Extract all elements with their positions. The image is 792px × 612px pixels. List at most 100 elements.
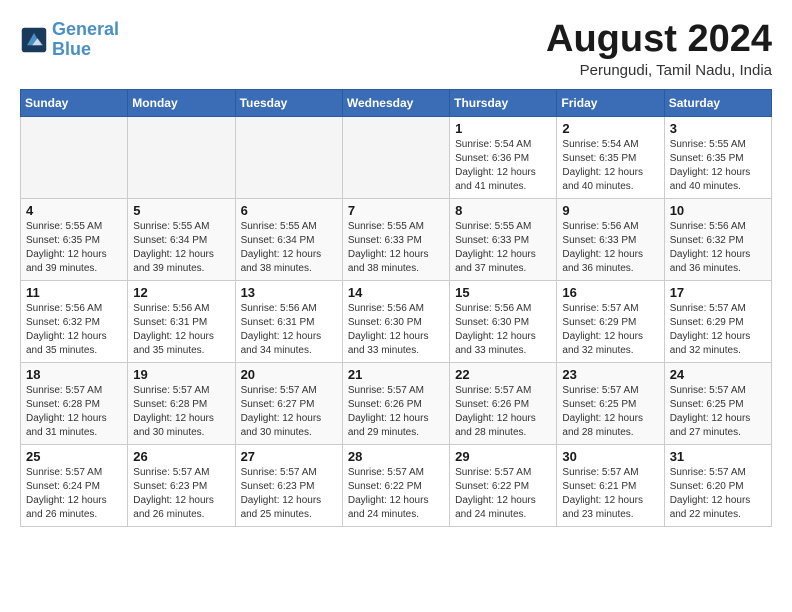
day-number: 29	[455, 449, 551, 464]
day-number: 18	[26, 367, 122, 382]
calendar-day: 9Sunrise: 5:56 AMSunset: 6:33 PMDaylight…	[557, 199, 664, 281]
day-number: 30	[562, 449, 658, 464]
calendar-day: 6Sunrise: 5:55 AMSunset: 6:34 PMDaylight…	[235, 199, 342, 281]
day-info: Sunrise: 5:57 AMSunset: 6:23 PMDaylight:…	[241, 466, 337, 522]
title-block: August 2024 Perungudi, Tamil Nadu, India	[546, 20, 772, 79]
day-number: 27	[241, 449, 337, 464]
day-info: Sunrise: 5:57 AMSunset: 6:28 PMDaylight:…	[133, 384, 229, 440]
weekday-header: Wednesday	[342, 90, 449, 117]
calendar-day	[21, 117, 128, 199]
calendar-day: 13 Sunrise: 5:56 AMSunset: 6:31 PMDayligh…	[235, 281, 342, 363]
day-info: Sunrise: 5:55 AMSunset: 6:34 PMDaylight:…	[133, 220, 229, 276]
weekday-header-row: SundayMondayTuesdayWednesdayThursdayFrid…	[21, 90, 772, 117]
day-info: Sunrise: 5:57 AMSunset: 6:29 PMDaylight:…	[670, 302, 766, 358]
calendar-day: 7 Sunrise: 5:55 AMSunset: 6:33 PMDaylight…	[342, 199, 449, 281]
day-number: 24	[670, 367, 766, 382]
day-number: 22	[455, 367, 551, 382]
weekday-header: Sunday	[21, 90, 128, 117]
day-info: Sunrise: 5:54 AMSunset: 6:36 PMDaylight:…	[455, 138, 551, 194]
calendar-week-row: 25Sunrise: 5:57 AMSunset: 6:24 PMDayligh…	[21, 445, 772, 527]
day-info: Sunrise: 5:57 AMSunset: 6:22 PMDaylight:…	[455, 466, 551, 522]
calendar-day: 21 Sunrise: 5:57 AMSunset: 6:26 PMDayligh…	[342, 363, 449, 445]
calendar-day: 19Sunrise: 5:57 AMSunset: 6:28 PMDayligh…	[128, 363, 235, 445]
calendar-table: SundayMondayTuesdayWednesdayThursdayFrid…	[20, 89, 772, 527]
day-info: Sunrise: 5:55 AMSunset: 6:35 PMDaylight:…	[670, 138, 766, 194]
day-info: Sunrise: 5:56 AMSunset: 6:31 PMDaylight:…	[241, 302, 337, 358]
calendar-day: 31 Sunrise: 5:57 AMSunset: 6:20 PMDayligh…	[664, 445, 771, 527]
calendar-day: 27 Sunrise: 5:57 AMSunset: 6:23 PMDayligh…	[235, 445, 342, 527]
day-number: 20	[241, 367, 337, 382]
weekday-header: Thursday	[450, 90, 557, 117]
page-header: General Blue August 2024 Perungudi, Tami…	[20, 20, 772, 79]
day-info: Sunrise: 5:57 AMSunset: 6:27 PMDaylight:…	[241, 384, 337, 440]
calendar-day: 23 Sunrise: 5:57 AMSunset: 6:25 PMDayligh…	[557, 363, 664, 445]
calendar-day: 28Sunrise: 5:57 AMSunset: 6:22 PMDayligh…	[342, 445, 449, 527]
calendar-body: 1Sunrise: 5:54 AMSunset: 6:36 PMDaylight…	[21, 117, 772, 527]
day-info: Sunrise: 5:55 AMSunset: 6:35 PMDaylight:…	[26, 220, 122, 276]
day-number: 31	[670, 449, 766, 464]
day-number: 10	[670, 203, 766, 218]
day-number: 23	[562, 367, 658, 382]
day-info: Sunrise: 5:56 AMSunset: 6:30 PMDaylight:…	[455, 302, 551, 358]
calendar-day: 15Sunrise: 5:56 AMSunset: 6:30 PMDayligh…	[450, 281, 557, 363]
calendar-day: 3 Sunrise: 5:55 AMSunset: 6:35 PMDaylight…	[664, 117, 771, 199]
calendar-day: 22Sunrise: 5:57 AMSunset: 6:26 PMDayligh…	[450, 363, 557, 445]
calendar-day: 2 Sunrise: 5:54 AMSunset: 6:35 PMDaylight…	[557, 117, 664, 199]
calendar-week-row: 1Sunrise: 5:54 AMSunset: 6:36 PMDaylight…	[21, 117, 772, 199]
day-info: Sunrise: 5:57 AMSunset: 6:22 PMDaylight:…	[348, 466, 444, 522]
day-number: 17	[670, 285, 766, 300]
month-title: August 2024	[546, 20, 772, 58]
weekday-header: Monday	[128, 90, 235, 117]
calendar-day: 10Sunrise: 5:56 AMSunset: 6:32 PMDayligh…	[664, 199, 771, 281]
calendar-day: 20 Sunrise: 5:57 AMSunset: 6:27 PMDayligh…	[235, 363, 342, 445]
calendar-day: 16 Sunrise: 5:57 AMSunset: 6:29 PMDayligh…	[557, 281, 664, 363]
logo-line1: General	[52, 19, 119, 39]
calendar-week-row: 11Sunrise: 5:56 AMSunset: 6:32 PMDayligh…	[21, 281, 772, 363]
calendar-week-row: 4Sunrise: 5:55 AMSunset: 6:35 PMDaylight…	[21, 199, 772, 281]
calendar-day: 24 Sunrise: 5:57 AMSunset: 6:25 PMDayligh…	[664, 363, 771, 445]
calendar-day: 18 Sunrise: 5:57 AMSunset: 6:28 PMDayligh…	[21, 363, 128, 445]
day-info: Sunrise: 5:56 AMSunset: 6:30 PMDaylight:…	[348, 302, 444, 358]
weekday-header: Tuesday	[235, 90, 342, 117]
calendar-day: 5Sunrise: 5:55 AMSunset: 6:34 PMDaylight…	[128, 199, 235, 281]
calendar-day: 4Sunrise: 5:55 AMSunset: 6:35 PMDaylight…	[21, 199, 128, 281]
day-info: Sunrise: 5:57 AMSunset: 6:25 PMDaylight:…	[670, 384, 766, 440]
day-number: 14	[348, 285, 444, 300]
calendar-day: 11Sunrise: 5:56 AMSunset: 6:32 PMDayligh…	[21, 281, 128, 363]
calendar-day: 26 Sunrise: 5:57 AMSunset: 6:23 PMDayligh…	[128, 445, 235, 527]
logo-line2: Blue	[52, 39, 91, 59]
calendar-day: 14 Sunrise: 5:56 AMSunset: 6:30 PMDayligh…	[342, 281, 449, 363]
calendar-day	[342, 117, 449, 199]
day-number: 26	[133, 449, 229, 464]
weekday-header: Saturday	[664, 90, 771, 117]
day-info: Sunrise: 5:55 AMSunset: 6:33 PMDaylight:…	[348, 220, 444, 276]
calendar-day: 30Sunrise: 5:57 AMSunset: 6:21 PMDayligh…	[557, 445, 664, 527]
day-number: 13	[241, 285, 337, 300]
calendar-week-row: 18 Sunrise: 5:57 AMSunset: 6:28 PMDayligh…	[21, 363, 772, 445]
day-info: Sunrise: 5:57 AMSunset: 6:29 PMDaylight:…	[562, 302, 658, 358]
day-number: 3	[670, 121, 766, 136]
day-info: Sunrise: 5:54 AMSunset: 6:35 PMDaylight:…	[562, 138, 658, 194]
day-info: Sunrise: 5:57 AMSunset: 6:23 PMDaylight:…	[133, 466, 229, 522]
calendar-day: 12Sunrise: 5:56 AMSunset: 6:31 PMDayligh…	[128, 281, 235, 363]
calendar-day: 17 Sunrise: 5:57 AMSunset: 6:29 PMDayligh…	[664, 281, 771, 363]
location-subtitle: Perungudi, Tamil Nadu, India	[546, 62, 772, 79]
calendar-day: 8Sunrise: 5:55 AMSunset: 6:33 PMDaylight…	[450, 199, 557, 281]
day-number: 21	[348, 367, 444, 382]
calendar-day	[235, 117, 342, 199]
day-info: Sunrise: 5:56 AMSunset: 6:31 PMDaylight:…	[133, 302, 229, 358]
day-info: Sunrise: 5:55 AMSunset: 6:33 PMDaylight:…	[455, 220, 551, 276]
calendar-day: 29 Sunrise: 5:57 AMSunset: 6:22 PMDayligh…	[450, 445, 557, 527]
logo: General Blue	[20, 20, 119, 60]
day-number: 7	[348, 203, 444, 218]
calendar-day: 25Sunrise: 5:57 AMSunset: 6:24 PMDayligh…	[21, 445, 128, 527]
day-info: Sunrise: 5:57 AMSunset: 6:20 PMDaylight:…	[670, 466, 766, 522]
day-number: 2	[562, 121, 658, 136]
weekday-header: Friday	[557, 90, 664, 117]
day-number: 16	[562, 285, 658, 300]
day-info: Sunrise: 5:57 AMSunset: 6:25 PMDaylight:…	[562, 384, 658, 440]
day-info: Sunrise: 5:57 AMSunset: 6:24 PMDaylight:…	[26, 466, 122, 522]
day-number: 11	[26, 285, 122, 300]
day-info: Sunrise: 5:57 AMSunset: 6:26 PMDaylight:…	[348, 384, 444, 440]
day-info: Sunrise: 5:57 AMSunset: 6:28 PMDaylight:…	[26, 384, 122, 440]
